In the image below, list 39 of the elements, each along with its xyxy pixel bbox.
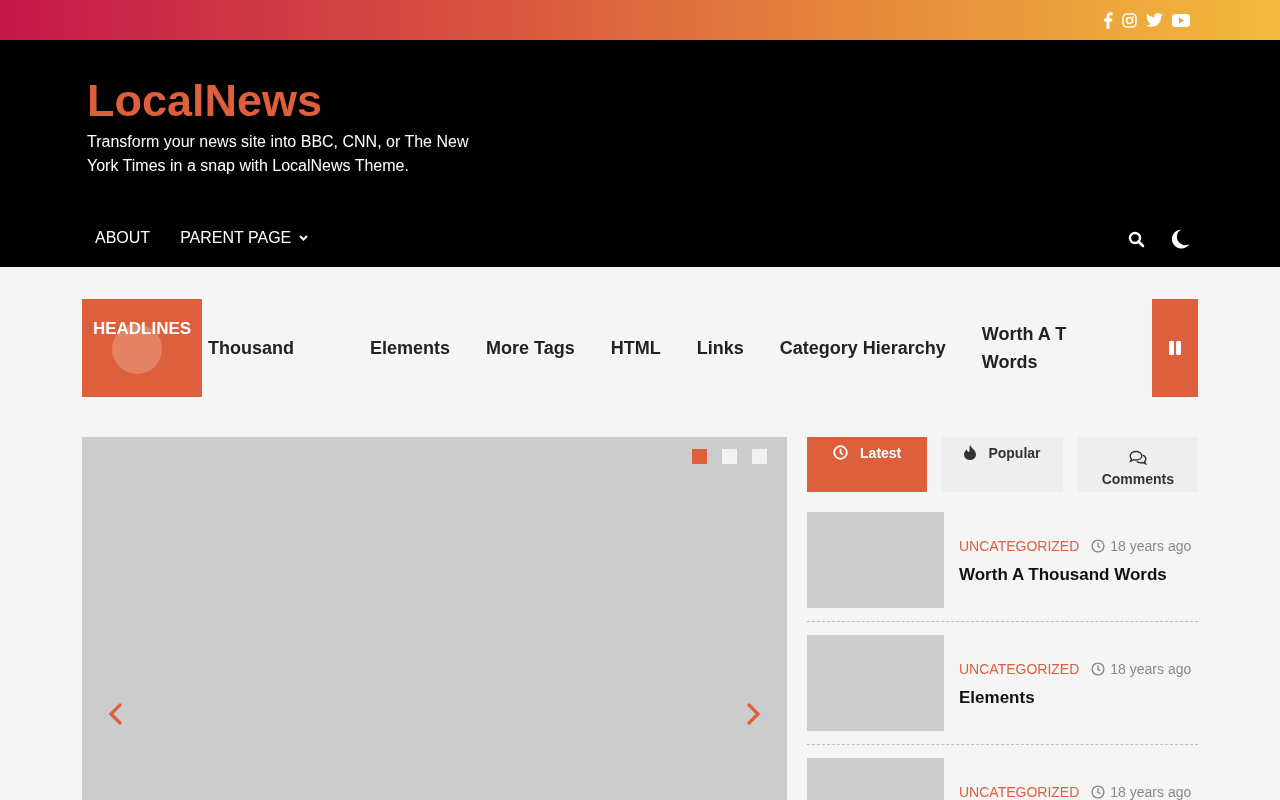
nav-link[interactable]: ABOUT: [95, 229, 151, 249]
site-tagline: Transform your news site into BBC, CNN, or The New York Times in a snap with LocalNews Theme.: [87, 132, 470, 176]
headline-link[interactable]: Elements: [370, 334, 451, 362]
tab[interactable]: Comments: [1077, 437, 1198, 492]
headline-link[interactable]: Worth A T Words: [981, 320, 1067, 376]
post-thumbnail[interactable]: [807, 512, 944, 608]
tab[interactable]: Popular: [942, 437, 1063, 492]
post-time: 18 years ago: [1110, 784, 1192, 800]
headline-link[interactable]: HTML: [610, 334, 661, 362]
moon-icon[interactable]: [1171, 229, 1190, 249]
search-icon[interactable]: [1128, 230, 1145, 248]
headline-link[interactable]: More Tags: [486, 334, 575, 362]
chevron-right-icon[interactable]: [747, 703, 761, 725]
caret-icon: [299, 235, 309, 241]
post-thumbnail[interactable]: [807, 635, 944, 731]
headline-link[interactable]: Links: [696, 334, 744, 362]
comments-icon: [1128, 449, 1147, 465]
twitter-icon[interactable]: [1146, 13, 1163, 27]
facebook-icon[interactable]: [1103, 11, 1113, 29]
clock-icon: [1091, 539, 1106, 553]
chevron-left-icon[interactable]: [108, 703, 122, 725]
tab[interactable]: Latest: [807, 437, 928, 492]
flame-icon: [964, 445, 977, 460]
post-title[interactable]: Elements: [959, 688, 1192, 708]
clock-icon: [833, 445, 849, 460]
post-time: 18 years ago: [1110, 661, 1192, 677]
pause-icon: [1168, 341, 1182, 355]
clock-icon: [1091, 785, 1106, 799]
clock-icon: [1091, 662, 1106, 676]
instagram-icon[interactable]: [1122, 12, 1137, 28]
pause-button[interactable]: [1152, 299, 1198, 397]
youtube-icon[interactable]: [1172, 13, 1190, 27]
headline-link[interactable]: Thousand: [208, 334, 294, 362]
nav-link[interactable]: PARENT PAGE: [180, 229, 309, 249]
post-time: 18 years ago: [1110, 538, 1192, 554]
headlines-label: HEADLINES: [82, 299, 202, 397]
site-title[interactable]: LocalNews: [87, 75, 323, 127]
headline-link[interactable]: Category Hierarchy: [779, 334, 946, 362]
post-title[interactable]: Worth A Thousand Words: [959, 565, 1192, 585]
